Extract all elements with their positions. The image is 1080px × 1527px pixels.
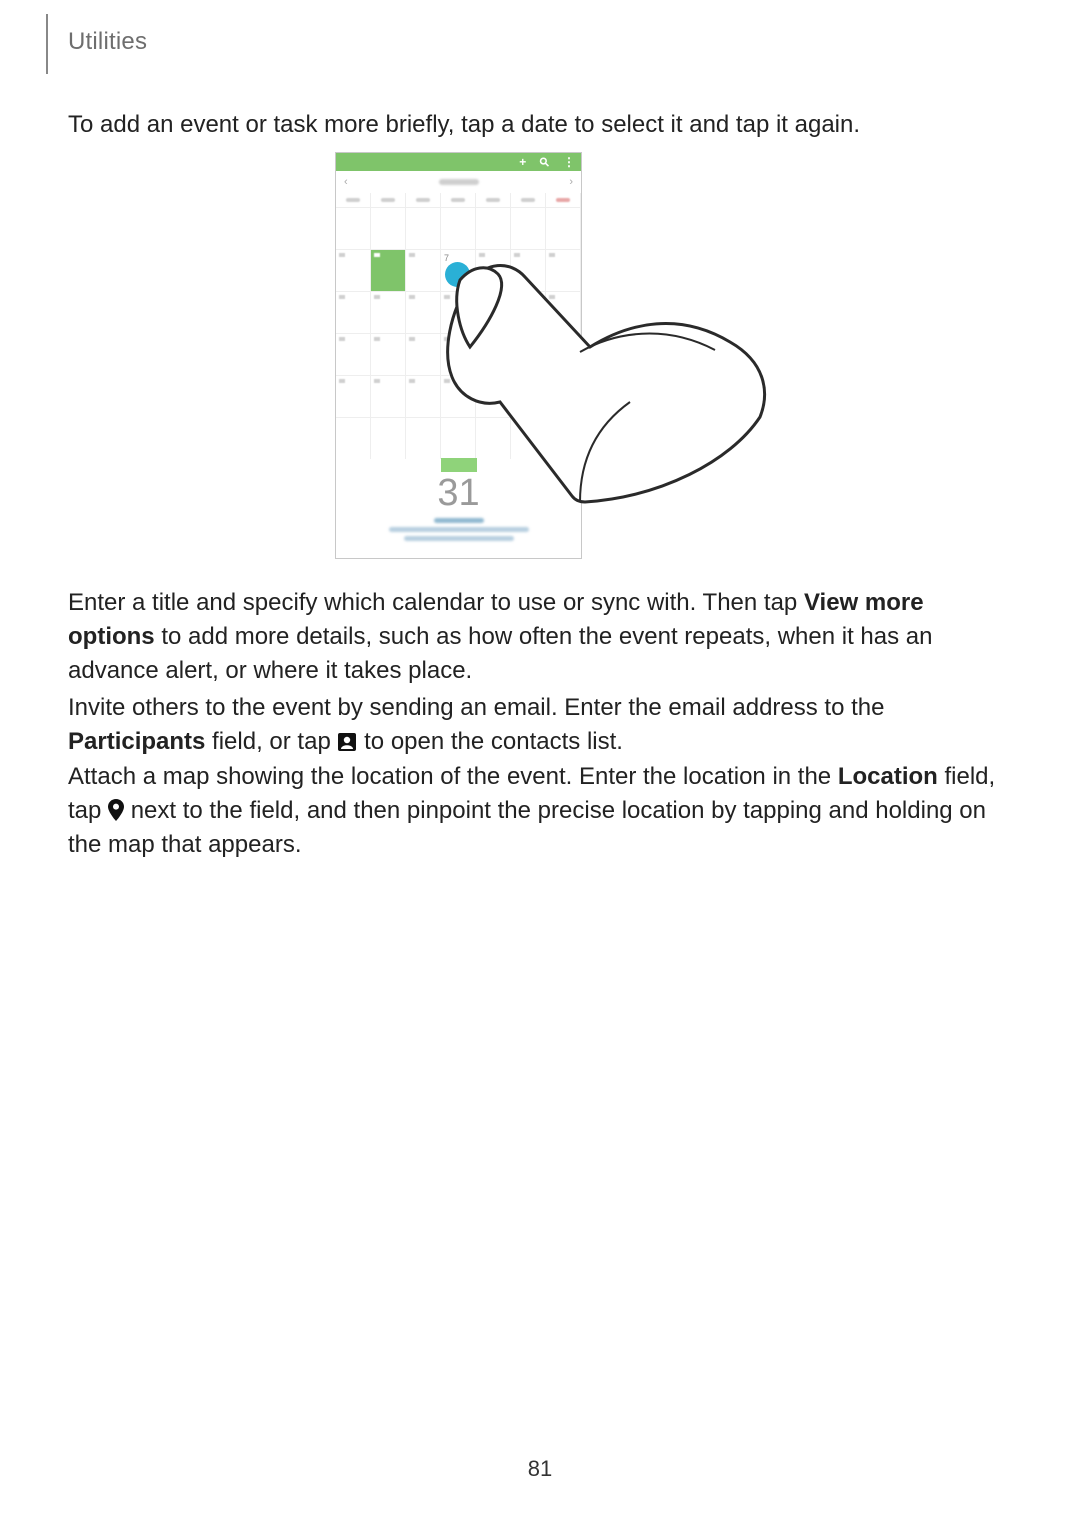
contacts-icon xyxy=(337,732,357,752)
phone-topbar: + ⚲ ⋮ xyxy=(336,153,581,171)
month-nav: ‹ › xyxy=(336,171,581,193)
manual-page: Utilities To add an event or task more b… xyxy=(0,0,1080,1527)
hand-illustration xyxy=(430,252,770,512)
search-icon: ⚲ xyxy=(537,154,553,170)
blur-text-line xyxy=(389,527,529,532)
paragraph-intro: To add an event or task more briefly, ta… xyxy=(68,108,1013,142)
page-number: 81 xyxy=(0,1456,1080,1482)
bold-location: Location xyxy=(838,763,938,790)
map-pin-icon xyxy=(108,799,124,821)
bold-participants: Participants xyxy=(68,728,205,755)
today-cell xyxy=(371,249,406,291)
chevron-left-icon: ‹ xyxy=(344,176,348,188)
plus-icon: + xyxy=(519,155,526,169)
blur-text-line xyxy=(404,536,514,541)
month-label-blur xyxy=(439,179,479,185)
paragraph-location: Attach a map showing the location of the… xyxy=(68,760,1013,862)
blur-text-line xyxy=(434,518,484,523)
chevron-right-icon: › xyxy=(569,176,573,188)
weekday-header xyxy=(336,193,581,207)
more-icon: ⋮ xyxy=(563,155,575,169)
calendar-screenshot-figure: + ⚲ ⋮ ‹ › 7 xyxy=(335,152,765,572)
header-divider xyxy=(46,14,48,74)
paragraph-participants: Invite others to the event by sending an… xyxy=(68,691,1013,759)
paragraph-view-more: Enter a title and specify which calendar… xyxy=(68,586,1013,688)
section-title: Utilities xyxy=(68,28,147,56)
